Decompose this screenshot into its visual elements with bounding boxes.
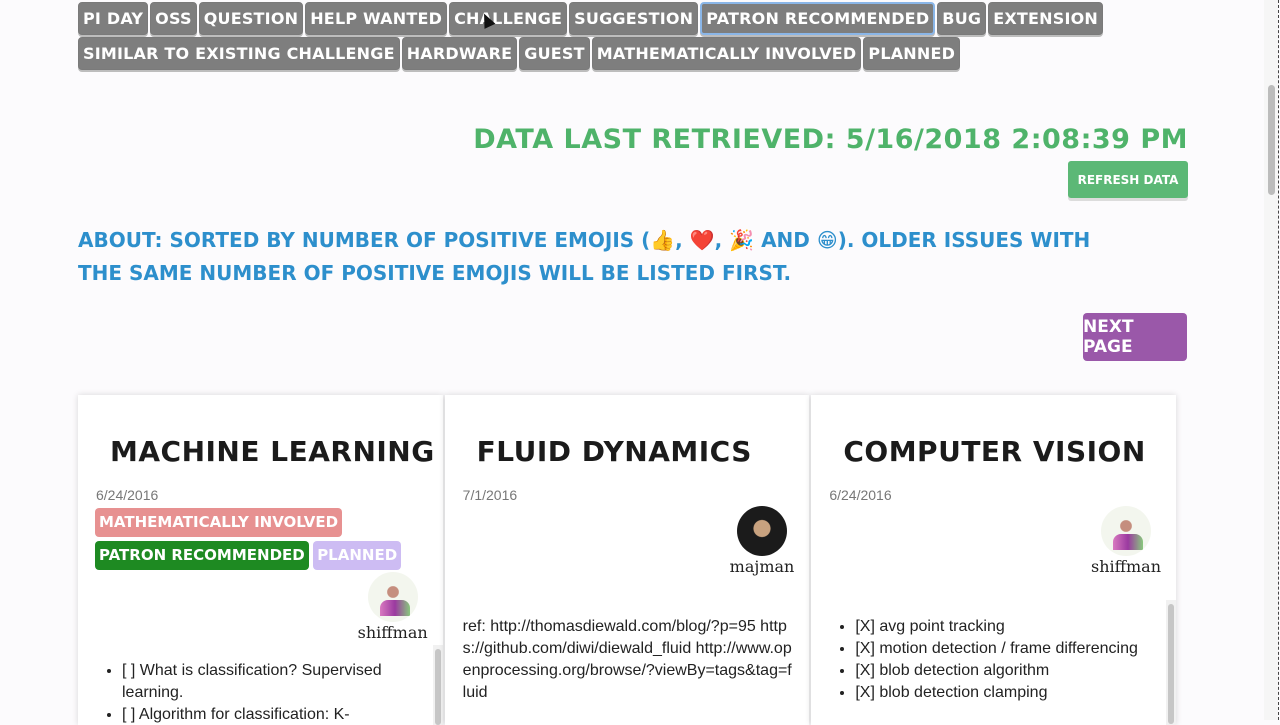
card-scrollbar[interactable] bbox=[1166, 600, 1177, 725]
list-item: [ ] Algorithm for classification: K- bbox=[122, 704, 416, 725]
card-title[interactable]: Computer Vision bbox=[843, 435, 1145, 468]
card-body: ref: http://thomasdiewald.com/blog/?p=95… bbox=[462, 618, 792, 701]
avatar[interactable] bbox=[368, 572, 418, 622]
card-scrollbar-thumb[interactable] bbox=[1168, 604, 1175, 724]
page-scrollbar[interactable] bbox=[1264, 0, 1278, 720]
label-button-challenge[interactable]: Challenge bbox=[449, 2, 568, 35]
card-date: 6/24/2016 bbox=[829, 487, 892, 503]
label-button-bug[interactable]: Bug bbox=[937, 2, 987, 35]
avatar[interactable] bbox=[1101, 506, 1152, 556]
next-page-button[interactable]: Next Page bbox=[1083, 313, 1187, 361]
label-button-guest[interactable]: Guest bbox=[519, 37, 590, 70]
list-item: [ ] What is classification? Supervised l… bbox=[122, 660, 416, 704]
card-title[interactable]: Fluid Dynamics bbox=[477, 435, 752, 468]
label-button-oss[interactable]: OSS bbox=[150, 2, 197, 35]
list-item: [X] motion detection / frame differencin… bbox=[855, 638, 1149, 660]
card-body: [X] avg point tracking [X] motion detect… bbox=[829, 616, 1149, 704]
author-name[interactable]: majman bbox=[730, 557, 795, 576]
card-date: 7/1/2016 bbox=[462, 487, 518, 503]
card-scrollbar[interactable] bbox=[432, 645, 443, 725]
label-button-similar-challenge[interactable]: Similar to existing challenge bbox=[78, 37, 400, 70]
about-text: About: Sorted by number of positive emoj… bbox=[78, 228, 1091, 285]
card-date: 6/24/2016 bbox=[96, 487, 159, 503]
label-button-suggestion[interactable]: Suggestion bbox=[569, 2, 699, 35]
label-button-mathematically-involved[interactable]: Mathematically Involved bbox=[591, 37, 862, 70]
avatar[interactable] bbox=[736, 506, 787, 556]
card-scrollbar-thumb[interactable] bbox=[434, 649, 441, 725]
issue-card[interactable]: Fluid Dynamics 7/1/2016 majman ref: http… bbox=[444, 395, 810, 725]
card-tags: Mathematically Involved bbox=[95, 508, 343, 537]
tag-mathematically-involved[interactable]: Mathematically Involved bbox=[95, 508, 343, 537]
label-button-pi-day[interactable]: Pi Day bbox=[78, 2, 149, 35]
card-body: [ ] What is classification? Supervised l… bbox=[96, 660, 416, 725]
refresh-data-button[interactable]: Refresh Data bbox=[1068, 161, 1188, 198]
author-name[interactable]: shiffman bbox=[358, 623, 428, 642]
list-item: [X] avg point tracking bbox=[855, 616, 1149, 638]
author-name[interactable]: shiffman bbox=[1091, 557, 1161, 576]
issue-card[interactable]: Machine Learning 6/24/2016 Mathematicall… bbox=[78, 395, 443, 725]
label-row-2: Similar to existing challenge Hardware G… bbox=[78, 37, 1018, 70]
label-row-1: Pi Day OSS Question Help Wanted Challeng… bbox=[78, 2, 1103, 35]
data-retrieved-text: Data last retrieved: 5/16/2018 2:08:39 P… bbox=[473, 124, 1188, 155]
label-filter-bar: Pi Day OSS Question Help Wanted Challeng… bbox=[78, 2, 1103, 72]
label-button-planned[interactable]: Planned bbox=[863, 37, 961, 70]
list-item: [X] blob detection clamping bbox=[855, 682, 1149, 704]
window-edge-divider bbox=[1278, 0, 1279, 720]
label-button-extension[interactable]: Extension bbox=[988, 2, 1103, 35]
card-title[interactable]: Machine Learning bbox=[110, 435, 435, 468]
issue-card[interactable]: Computer Vision 6/24/2016 shiffman [X] a… bbox=[811, 395, 1177, 725]
page-scrollbar-thumb[interactable] bbox=[1268, 85, 1275, 195]
label-button-question[interactable]: Question bbox=[198, 2, 304, 35]
tag-patron-recommended[interactable]: Patron Recommended bbox=[95, 541, 309, 570]
issue-card-grid: Machine Learning 6/24/2016 Mathematicall… bbox=[78, 395, 1178, 725]
label-button-patron-recommended[interactable]: Patron Recommended bbox=[700, 2, 936, 35]
list-item: [X] blob detection algorithm bbox=[855, 660, 1149, 682]
card-tags-row-2: Patron Recommended Planned bbox=[95, 541, 402, 570]
label-button-help-wanted[interactable]: Help Wanted bbox=[305, 2, 448, 35]
tag-planned[interactable]: Planned bbox=[313, 541, 402, 570]
label-button-hardware[interactable]: Hardware bbox=[401, 37, 518, 70]
